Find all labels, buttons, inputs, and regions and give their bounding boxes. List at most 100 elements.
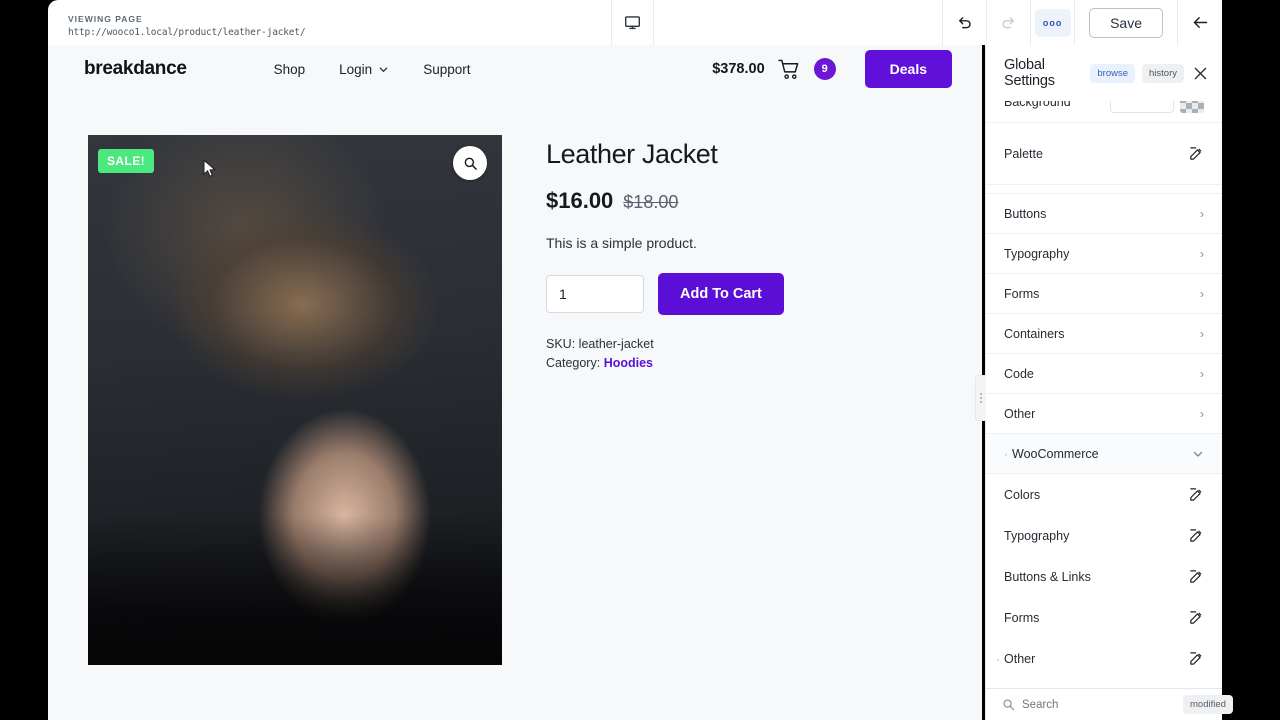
viewing-page-url: http://wooco1.local/product/leather-jack… <box>68 26 306 38</box>
chevron-right-icon: › <box>1200 246 1204 261</box>
woocommerce-item-buttons-links[interactable]: Buttons & Links <box>986 556 1222 597</box>
woocommerce-item-forms[interactable]: Forms <box>986 597 1222 638</box>
magnifier-icon <box>463 156 478 171</box>
redo-button[interactable] <box>987 0 1032 45</box>
settings-section-other[interactable]: Other › <box>986 394 1222 434</box>
quantity-input[interactable] <box>546 275 644 313</box>
woocommerce-item-other[interactable]: · Other <box>986 638 1222 679</box>
nav-item-label: Support <box>423 61 471 77</box>
section-label: Code <box>1004 366 1034 381</box>
image-zoom-button[interactable] <box>453 146 487 180</box>
close-panel-button[interactable] <box>1191 65 1210 82</box>
product-sku: SKU: leather-jacket <box>546 337 784 351</box>
viewing-page-block[interactable]: VIEWING PAGE http://wooco1.local/product… <box>48 0 612 45</box>
palette-row[interactable]: Palette <box>986 123 1222 185</box>
background-label: Background <box>1004 101 1071 109</box>
product-price-row: $16.00 $18.00 <box>546 188 784 214</box>
section-label: WooCommerce <box>1012 446 1099 461</box>
woocommerce-item-label-wrap: · Other <box>996 652 1035 666</box>
product-summary: Leather Jacket $16.00 $18.00 This is a s… <box>546 135 784 665</box>
section-label: Containers <box>1004 326 1065 341</box>
panel-footer: modified <box>986 688 1233 720</box>
chevron-right-icon: › <box>1200 406 1204 421</box>
background-controls <box>1110 101 1204 113</box>
site-logo[interactable]: breakdance <box>84 58 187 80</box>
edit-pencil-icon[interactable] <box>1189 487 1204 502</box>
product-image-shadow <box>88 515 502 665</box>
edit-pencil-icon[interactable] <box>1189 569 1204 584</box>
cart-count-badge: 9 <box>813 58 836 80</box>
product-price-current: $16.00 <box>546 188 614 213</box>
settings-section-code[interactable]: Code › <box>986 354 1222 394</box>
site-header: breakdance Shop Login Support $378.00 9 … <box>48 45 982 93</box>
search-input[interactable] <box>1022 698 1176 711</box>
desktop-monitor-icon <box>624 14 641 31</box>
global-settings-panel: Global Settings browse history Backgroun… <box>975 45 1233 720</box>
panel-resize-handle[interactable] <box>975 375 986 421</box>
edit-pencil-icon[interactable] <box>1189 528 1204 543</box>
nav-item-shop[interactable]: Shop <box>274 62 306 77</box>
nav-item-support[interactable]: Support <box>423 62 470 77</box>
product-gallery[interactable]: SALE! <box>88 135 502 665</box>
nav-item-label: Shop <box>273 61 306 77</box>
builder-topbar: VIEWING PAGE http://wooco1.local/product… <box>48 0 1222 45</box>
more-options-dots: ooo <box>1034 8 1071 37</box>
undo-arrow-icon <box>956 14 973 31</box>
app-root: VIEWING PAGE http://wooco1.local/product… <box>0 0 1280 720</box>
chevron-down-icon <box>1192 448 1204 460</box>
product-sku-label: SKU: <box>546 337 576 351</box>
woocommerce-item-label: Typography <box>1004 528 1070 543</box>
section-label: Other <box>1004 406 1036 421</box>
panel-content[interactable]: Background Palette Buttons › Typography … <box>986 101 1222 688</box>
modified-badge[interactable]: modified <box>1183 695 1233 714</box>
nav-item-login[interactable]: Login <box>339 62 389 77</box>
more-options-button[interactable]: ooo <box>1031 0 1076 45</box>
purchase-row: Add To Cart <box>546 273 784 315</box>
product-category-label: Category: <box>546 356 601 370</box>
woocommerce-item-label: Buttons & Links <box>1004 569 1091 584</box>
shopping-cart-icon[interactable] <box>777 59 801 80</box>
add-to-cart-button[interactable]: Add To Cart <box>658 273 784 315</box>
chevron-right-icon: › <box>1200 366 1204 381</box>
product-description: This is a simple product. <box>546 235 697 251</box>
settings-section-containers[interactable]: Containers › <box>986 314 1222 354</box>
chevron-right-icon: › <box>1200 326 1204 341</box>
preview-canvas: breakdance Shop Login Support $378.00 9 … <box>48 45 982 720</box>
background-row[interactable]: Background <box>986 101 1222 123</box>
sale-badge: SALE! <box>98 149 154 173</box>
topbar-spacer <box>654 0 944 45</box>
transparency-swatch-icon[interactable] <box>1180 101 1204 113</box>
viewing-page-label: VIEWING PAGE <box>68 13 143 24</box>
history-button[interactable]: history <box>1142 63 1184 83</box>
product-section: SALE! Leather Jacket $16.00 $18.00 This … <box>48 93 982 665</box>
woocommerce-item-colors[interactable]: Colors <box>986 474 1222 515</box>
palette-label: Palette <box>1004 146 1043 161</box>
drag-dots-icon <box>980 393 982 403</box>
product-price-original: $18.00 <box>623 192 679 212</box>
chevron-right-icon: › <box>1200 286 1204 301</box>
product-category: Category: Hoodies <box>546 356 784 370</box>
deals-button[interactable]: Deals <box>864 50 952 88</box>
product-category-link[interactable]: Hoodies <box>604 356 653 370</box>
topbar-actions: ooo Save <box>943 0 1222 45</box>
undo-button[interactable] <box>943 0 988 45</box>
background-color-field[interactable] <box>1110 101 1174 113</box>
settings-section-buttons[interactable]: Buttons › <box>986 194 1222 234</box>
edit-pencil-icon[interactable] <box>1189 146 1204 161</box>
woocommerce-item-typography[interactable]: Typography <box>986 515 1222 556</box>
product-sku-value: leather-jacket <box>578 337 654 351</box>
arrow-left-icon <box>1191 13 1210 32</box>
device-preview-desktop-button[interactable] <box>612 0 654 45</box>
settings-section-typography[interactable]: Typography › <box>986 234 1222 274</box>
panel-header: Global Settings browse history <box>986 45 1222 101</box>
edit-pencil-icon[interactable] <box>1189 610 1204 625</box>
back-button[interactable] <box>1178 0 1222 45</box>
settings-section-woocommerce[interactable]: · WooCommerce <box>986 434 1222 474</box>
save-button[interactable]: Save <box>1089 7 1163 38</box>
edit-pencil-icon[interactable] <box>1189 651 1204 666</box>
panel-divider <box>986 185 1222 194</box>
nav-item-label: Login <box>339 61 373 77</box>
chevron-down-icon <box>378 64 389 75</box>
settings-section-forms[interactable]: Forms › <box>986 274 1222 314</box>
browse-button[interactable]: browse <box>1090 63 1136 83</box>
